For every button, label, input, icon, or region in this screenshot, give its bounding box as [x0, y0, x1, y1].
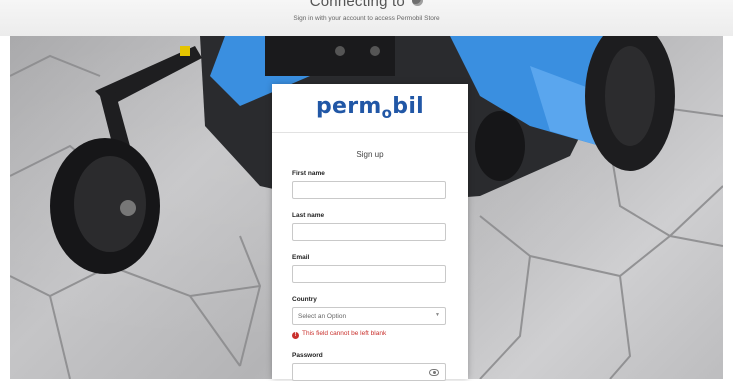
signup-card: permobil Sign up First name Last name Em…: [272, 84, 468, 381]
email-field[interactable]: [292, 265, 446, 283]
permobil-logo: permobil: [316, 94, 424, 122]
country-error-text: This field cannot be left blank: [302, 330, 387, 337]
signup-title: Sign up: [356, 150, 384, 159]
password-label: Password: [292, 352, 323, 359]
first-name-label: First name: [292, 170, 325, 177]
country-label: Country: [292, 296, 317, 303]
globe-icon: [412, 0, 424, 6]
country-select-value: Select an Option: [298, 313, 347, 320]
connecting-header: Connecting to Sign in with your account …: [0, 0, 733, 36]
right-margin: [723, 36, 733, 379]
logo-area: permobil: [272, 84, 468, 133]
first-name-field[interactable]: [292, 181, 446, 199]
chevron-down-icon: ▼: [435, 312, 440, 318]
header-subtitle: Sign in with your account to access Perm…: [293, 15, 440, 22]
error-icon: !: [292, 332, 299, 339]
country-select[interactable]: Select an Option ▼: [292, 307, 446, 325]
last-name-field[interactable]: [292, 223, 446, 241]
email-label: Email: [292, 254, 310, 261]
password-field[interactable]: [292, 363, 446, 381]
left-margin: [0, 36, 10, 379]
show-password-icon[interactable]: [429, 369, 439, 376]
country-error: ! This field cannot be left blank: [292, 330, 386, 339]
last-name-label: Last name: [292, 212, 325, 219]
header-title: Connecting to: [0, 0, 733, 10]
